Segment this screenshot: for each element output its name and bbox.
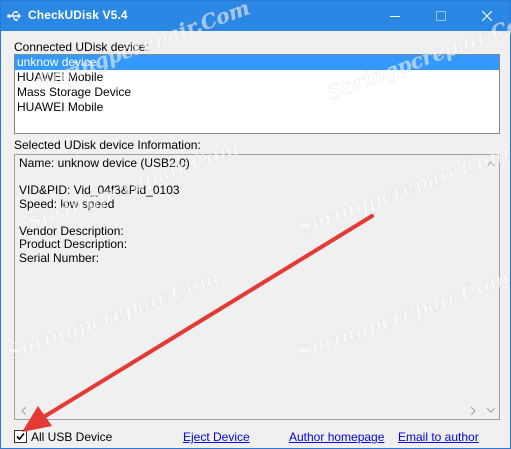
minimize-button[interactable]	[372, 1, 418, 31]
chevron-right-icon	[471, 406, 476, 415]
email-author-link[interactable]: Email to author	[398, 430, 479, 444]
device-info-textbox[interactable]: Name: unknow device (USB2.0) VID&PID: Vi…	[14, 154, 500, 420]
maximize-icon	[436, 11, 446, 21]
minimize-icon	[390, 16, 400, 17]
device-listbox[interactable]: unknow device HUAWEI Mobile Mass Storage…	[14, 54, 500, 134]
app-window: CheckUDisk V5.4 Connected UDisk device: …	[0, 0, 511, 449]
device-list-item[interactable]: Mass Storage Device	[15, 85, 499, 100]
info-line: VID&PID: Vid_04f3&Pid_0103	[19, 183, 180, 197]
connected-devices-label: Connected UDisk device:	[14, 40, 149, 54]
chevron-up-icon	[486, 161, 495, 166]
scroll-up-button[interactable]	[482, 155, 499, 172]
title-bar[interactable]: CheckUDisk V5.4	[1, 1, 510, 31]
close-icon	[482, 11, 492, 21]
bottom-bar: All USB Device Eject Device Author homep…	[1, 426, 510, 446]
info-line: Vendor Description:	[19, 223, 124, 238]
scroll-right-button[interactable]	[465, 402, 482, 419]
info-line	[19, 171, 479, 185]
info-line: Speed: low speed	[19, 196, 115, 211]
scroll-down-button[interactable]	[482, 402, 499, 419]
eject-device-link[interactable]: Eject Device	[183, 430, 250, 444]
device-list-item[interactable]: HUAWEI Mobile	[15, 70, 499, 85]
all-usb-label[interactable]: All USB Device	[31, 430, 112, 444]
info-line: Serial Number:	[19, 250, 100, 265]
usb-icon	[7, 11, 21, 22]
all-usb-checkbox[interactable]	[14, 430, 27, 443]
horizontal-scrollbar[interactable]	[15, 402, 482, 419]
maximize-button[interactable]	[418, 1, 464, 31]
info-line: Name: unknow device (USB2.0)	[19, 156, 190, 170]
selected-info-label: Selected UDisk device Information:	[14, 138, 201, 152]
chevron-left-icon	[21, 406, 26, 415]
device-list-item[interactable]: unknow device	[15, 55, 499, 70]
scroll-left-button[interactable]	[15, 402, 32, 419]
info-line: Product Description:	[19, 237, 128, 251]
vertical-scrollbar[interactable]	[482, 155, 499, 419]
window-title: CheckUDisk V5.4	[28, 8, 128, 22]
author-homepage-link[interactable]: Author homepage	[289, 430, 384, 444]
device-info-text: Name: unknow device (USB2.0) VID&PID: Vi…	[19, 156, 479, 265]
chevron-down-icon	[486, 408, 495, 413]
close-button[interactable]	[464, 1, 510, 31]
device-list-item[interactable]: HUAWEI Mobile	[15, 100, 499, 115]
client-area: Connected UDisk device: unknow device HU…	[1, 31, 510, 448]
info-line	[19, 211, 479, 225]
checkmark-icon	[16, 432, 25, 441]
